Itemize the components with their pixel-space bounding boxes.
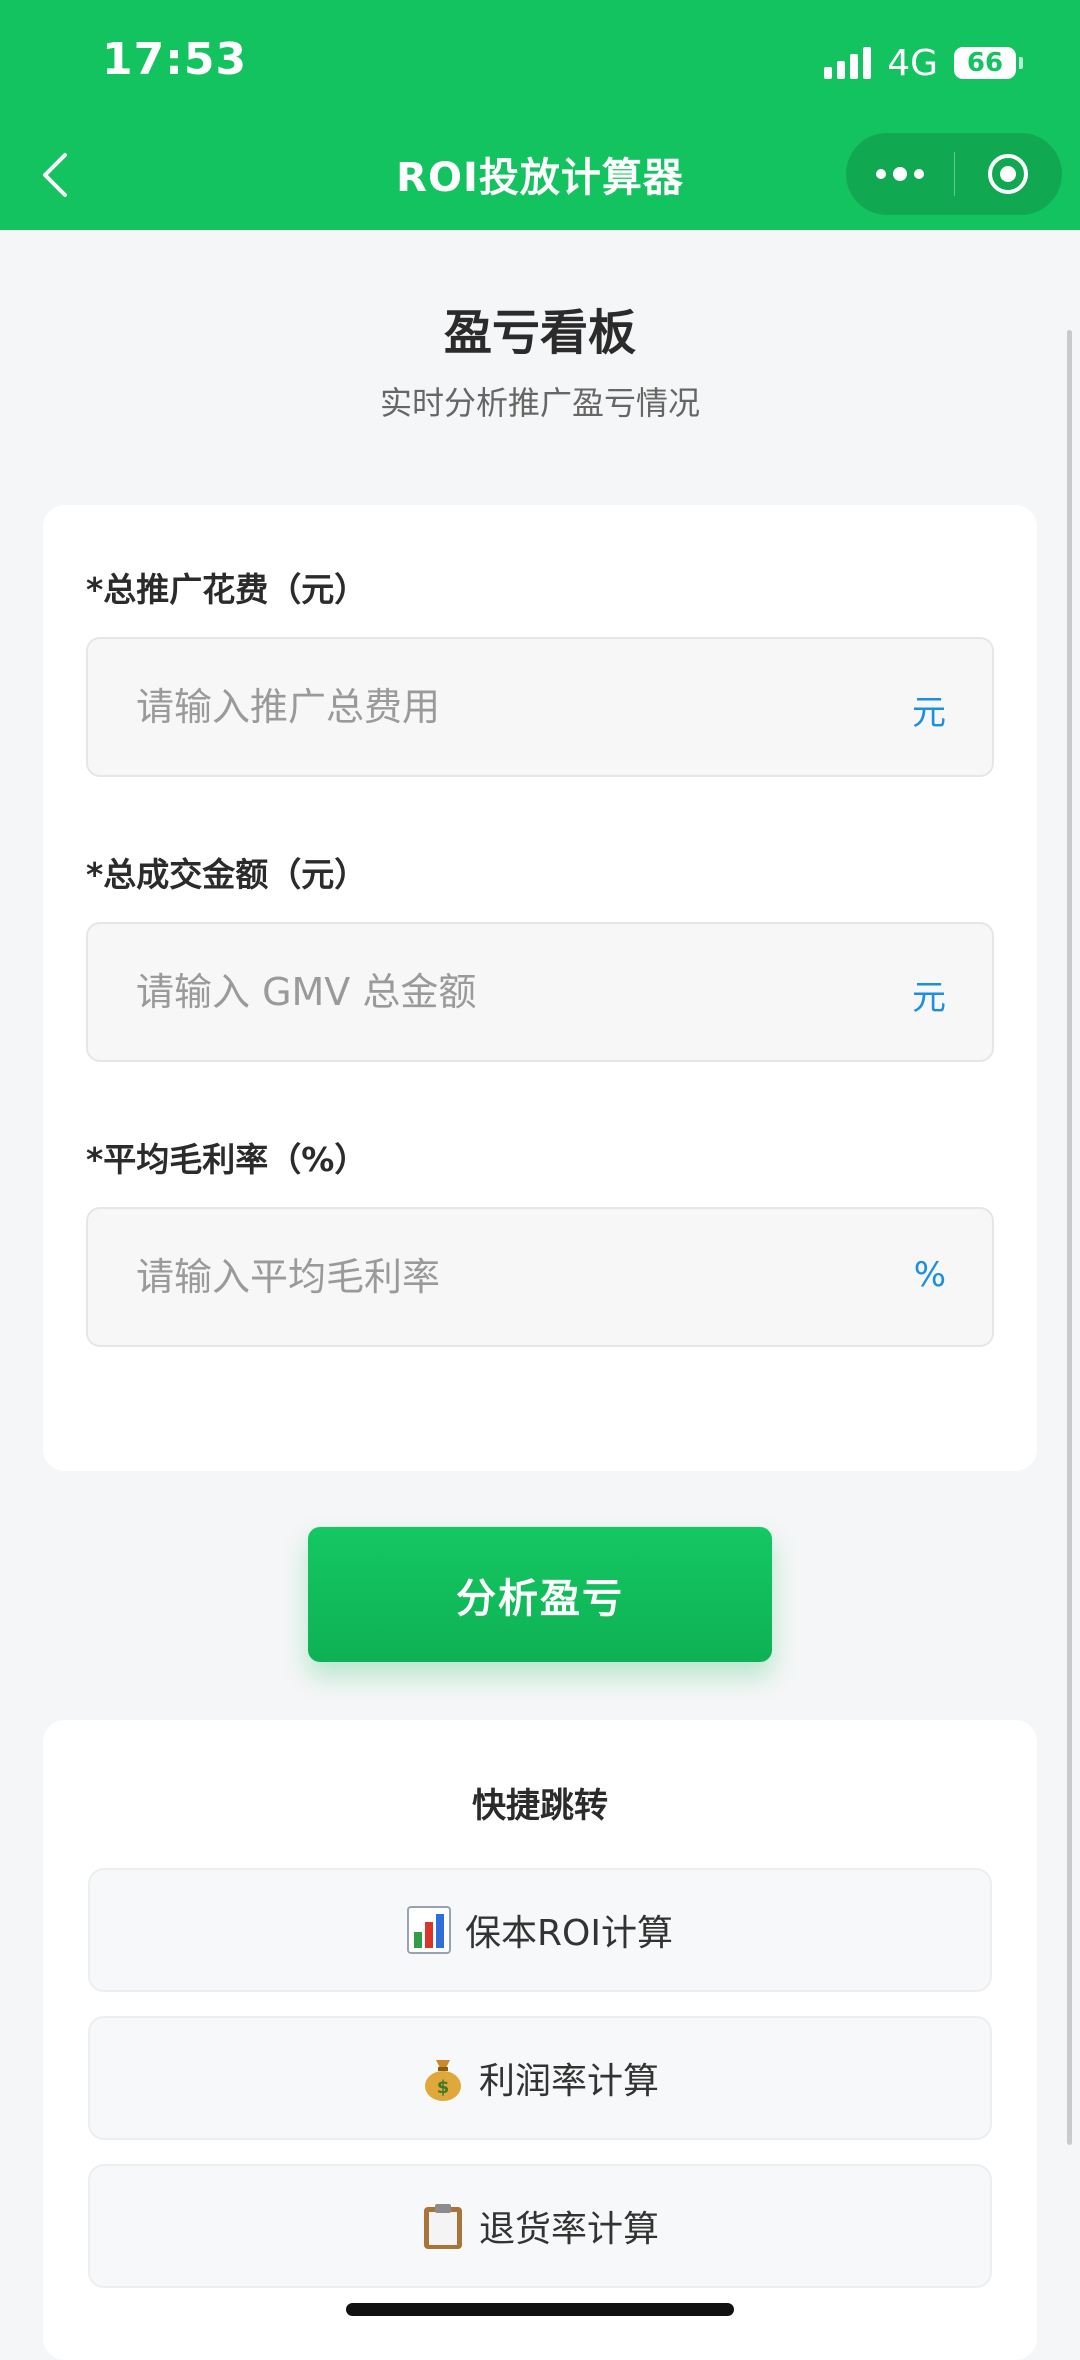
more-button[interactable]: [846, 133, 954, 215]
bar-chart-icon: [407, 1906, 452, 1954]
quick-link-label: 退货率计算: [478, 2209, 659, 2250]
battery-level: 66: [966, 48, 1004, 78]
page-title: 盈亏看板: [443, 305, 636, 361]
quick-link-return-rate[interactable]: 退货率计算: [88, 2164, 992, 2288]
mini-program-capsule: [846, 133, 1062, 215]
gmv-label: *总成交金额（元）: [86, 855, 368, 894]
margin-input[interactable]: [136, 1209, 896, 1345]
svg-text:$: $: [437, 2077, 450, 2098]
scrollbar[interactable]: [1067, 330, 1072, 2145]
close-miniprogram-button[interactable]: [955, 133, 1063, 215]
money-bag-icon: $: [424, 2060, 461, 2101]
spend-label: *总推广花费（元）: [86, 570, 368, 609]
top-bar: 17:53 4G 66 ROI投放计算器: [0, 0, 1080, 230]
quick-link-label: 保本ROI计算: [465, 1913, 673, 1954]
battery-icon: 66: [954, 47, 1023, 79]
margin-unit: %: [913, 1255, 946, 1295]
more-dots-icon: [875, 167, 924, 181]
quick-link-label: 利润率计算: [478, 2061, 659, 2102]
input-form-card: *总推广花费（元） 元 *总成交金额（元） 元 *平均毛利率（%） %: [43, 505, 1037, 1471]
signal-icon: [824, 47, 872, 79]
quick-link-breakeven-roi[interactable]: 保本ROI计算: [88, 1868, 992, 1992]
network-type: 4G: [887, 42, 938, 84]
status-icons: 4G 66: [824, 40, 1023, 86]
status-time: 17:53: [102, 34, 248, 85]
gmv-field: 元: [86, 922, 994, 1062]
clipboard-icon: [423, 2204, 462, 2249]
target-circle-icon: [988, 154, 1029, 194]
analyze-button[interactable]: 分析盈亏: [308, 1527, 772, 1662]
quick-link-profit-margin[interactable]: $ 利润率计算: [88, 2016, 992, 2140]
spend-field: 元: [86, 637, 994, 777]
gmv-unit: 元: [912, 978, 946, 1018]
spend-unit: 元: [912, 693, 946, 733]
quick-links-card: 快捷跳转 保本ROI计算 $ 利润率计算 退货率计算: [43, 1720, 1037, 2360]
quick-links-title: 快捷跳转: [472, 1786, 608, 1826]
margin-label: *平均毛利率（%）: [86, 1140, 368, 1179]
home-indicator: [346, 2303, 734, 2316]
spend-input[interactable]: [136, 639, 896, 775]
margin-field: %: [86, 1207, 994, 1347]
page-subtitle: 实时分析推广盈亏情况: [379, 384, 700, 422]
gmv-input[interactable]: [136, 924, 896, 1060]
